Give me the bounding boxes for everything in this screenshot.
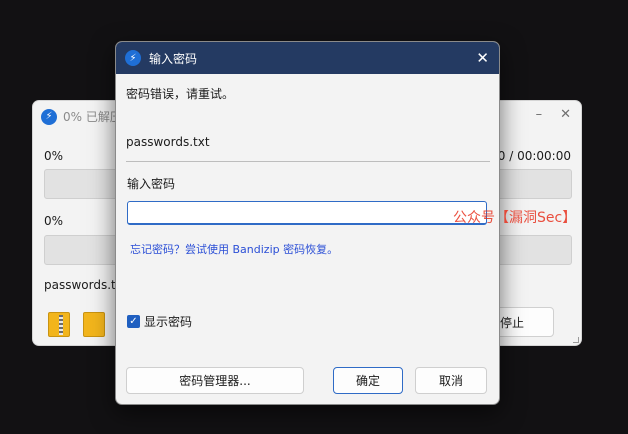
bandizip-logo-icon: ⚡ [41,108,57,125]
error-message: 密码错误，请重试。 [126,87,235,101]
progress-title-text: 0% 已解压 [63,110,122,124]
password-manager-button[interactable]: 密码管理器... [126,367,304,394]
progress-window-controls: – ✕ [536,107,571,122]
close-icon[interactable]: ✕ [560,107,571,122]
overall-percent: 0% [44,149,64,163]
show-password-label: 显示密码 [144,315,193,329]
password-input[interactable] [127,201,487,225]
folder-icon [83,312,105,337]
bandizip-logo-icon: ⚡ [125,50,141,66]
close-icon[interactable]: ✕ [476,49,489,67]
watermark: 公众号【漏洞Sec】 [453,210,577,226]
dialog-title: 输入密码 [149,51,198,66]
forgot-password-link[interactable]: 忘记密码？尝试使用 Bandizip 密码恢复。 [130,241,338,257]
divider [126,161,490,162]
dialog-title-bar: ⚡ 输入密码 ✕ [116,42,499,74]
password-dialog: ⚡ 输入密码 ✕ 密码错误，请重试。 passwords.txt 输入密码 忘记… [115,41,500,405]
ok-button[interactable]: 确定 [333,367,403,394]
progress-window-title: ⚡ 0% 已解压 [41,108,122,125]
zip-folder-icon [48,312,70,337]
checkmark-icon: ✓ [127,315,140,328]
archive-file-name: passwords.txt [126,135,210,149]
show-password-checkbox[interactable]: ✓ 显示密码 [127,313,192,330]
resize-grip-icon[interactable] [573,337,579,343]
password-label: 输入密码 [127,177,176,191]
cancel-button[interactable]: 取消 [415,367,487,394]
file-percent: 0% [44,214,64,228]
minimize-icon[interactable]: – [536,107,543,122]
